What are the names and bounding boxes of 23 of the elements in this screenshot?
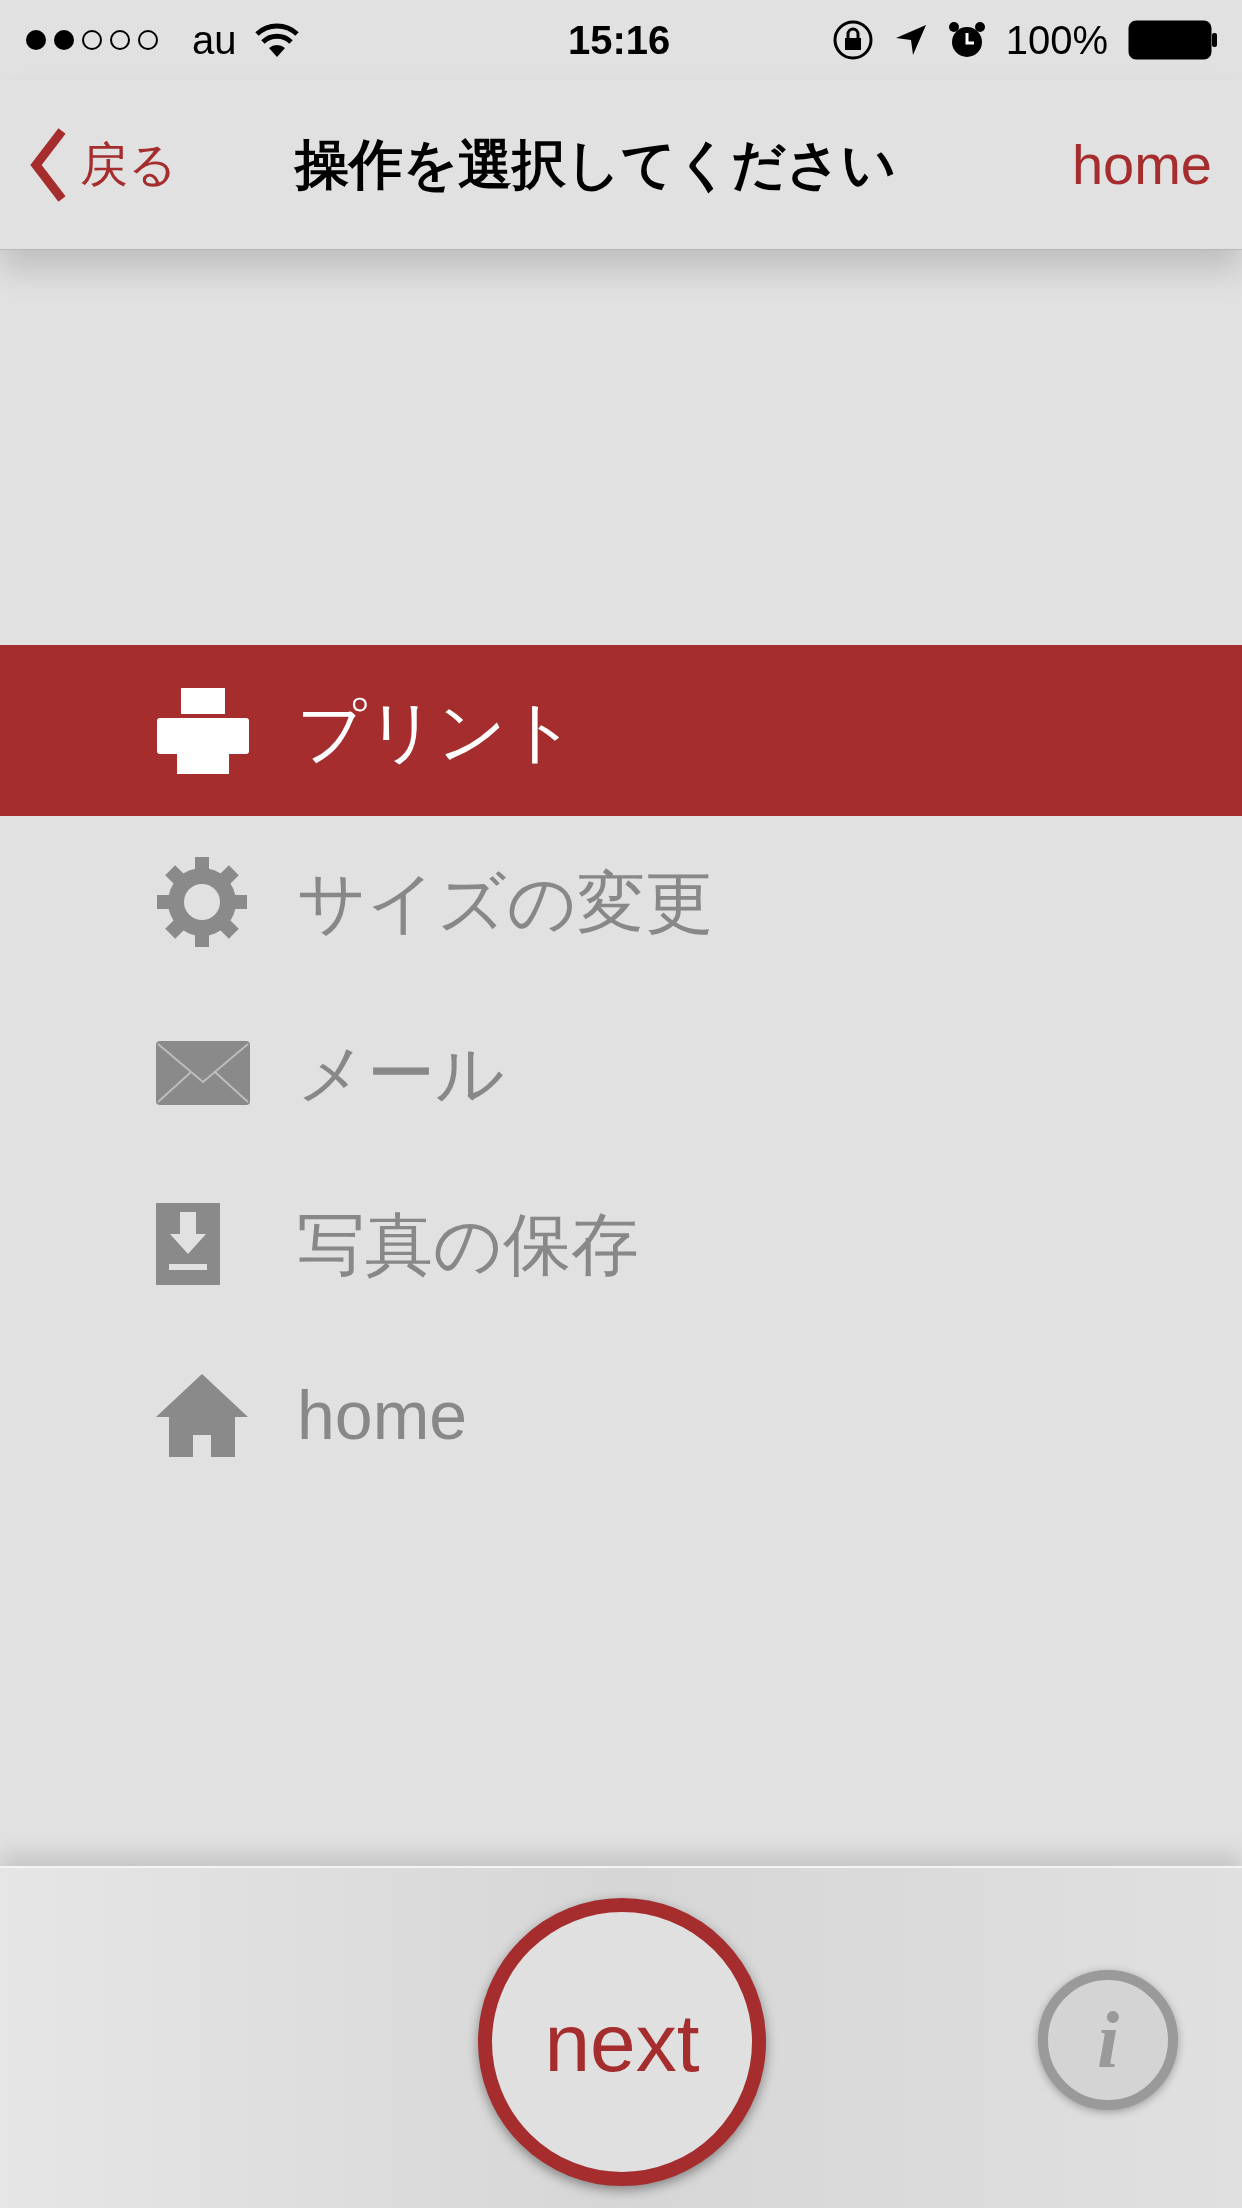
menu-item[interactable]: home: [0, 1329, 1242, 1500]
gear-icon: [155, 854, 249, 949]
alarm-icon: [947, 21, 986, 59]
battery-percent: 100%: [1005, 17, 1108, 64]
envelope-icon: [155, 1039, 251, 1106]
wifi-icon: [254, 23, 299, 57]
carrier-name: au: [192, 17, 237, 64]
menu-item[interactable]: メール: [0, 987, 1242, 1158]
house-icon: [155, 1372, 249, 1457]
menu-item[interactable]: プリント: [0, 645, 1242, 816]
clock-time: 15:16: [568, 17, 671, 64]
home-link[interactable]: home: [1071, 122, 1212, 207]
next-button[interactable]: next: [478, 1898, 766, 2186]
download-icon: [155, 1201, 221, 1286]
printer-icon: [155, 685, 251, 776]
info-button[interactable]: i: [1038, 1970, 1178, 2110]
battery-icon: [1128, 20, 1218, 60]
menu-item[interactable]: サイズの変更: [0, 816, 1242, 987]
back-button[interactable]: 戻る: [30, 126, 177, 203]
menu-item[interactable]: 写真の保存: [0, 1158, 1242, 1329]
rotation-lock-icon: [831, 19, 874, 61]
page-title: 操作を選択してください: [295, 133, 896, 196]
chevron-left-icon: [30, 126, 66, 203]
